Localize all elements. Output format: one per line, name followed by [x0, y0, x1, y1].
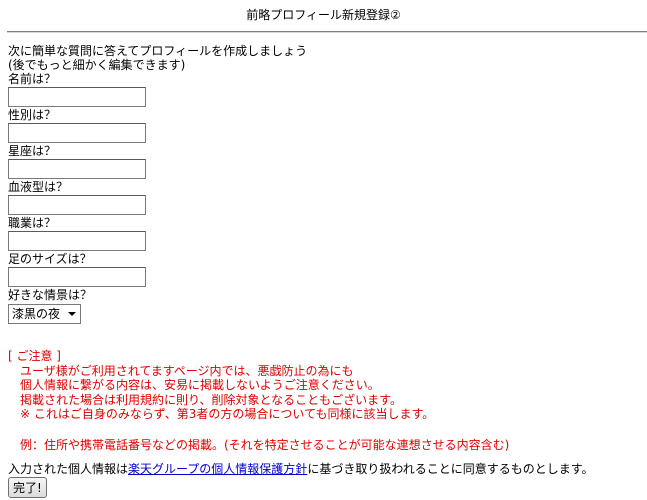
consent-after: に基づき取り扱われることに同意するものとします。 [307, 462, 594, 476]
gender-input[interactable] [8, 123, 146, 143]
name-label: 名前は？ [8, 72, 57, 86]
question-zodiac: 星座は？ [8, 144, 308, 179]
title-divider [7, 31, 647, 33]
caution-line: 掲載された場合は利用規約に則り、削除対象となることもございます。 [8, 392, 402, 407]
scenery-label: 好きな情景は？ [8, 288, 93, 302]
occupation-input[interactable] [8, 231, 146, 251]
intro-line: 次に簡単な質問に答えてプロフィールを作成しましょう [8, 44, 308, 58]
question-blood-type: 血液型は？ [8, 180, 308, 215]
consent-text: 入力された個人情報は楽天グループの個人情報保護方針に基づき取り扱われることに同意… [8, 462, 594, 476]
shoe-size-label: 足のサイズは？ [8, 252, 92, 266]
shoe-size-input[interactable] [8, 267, 146, 287]
gender-label: 性別は？ [8, 108, 57, 122]
question-occupation: 職業は？ [8, 216, 308, 251]
submit-button[interactable]: 完了! [8, 477, 47, 498]
chevron-down-icon [68, 312, 77, 316]
zodiac-input[interactable] [8, 159, 146, 179]
privacy-policy-link[interactable]: 楽天グループの個人情報保護方針 [128, 462, 307, 476]
caution-line: ユーザ様がご利用されてますページ内では、悪戯防止の為にも [8, 363, 354, 378]
blood-type-label: 血液型は？ [8, 180, 69, 194]
blood-type-input[interactable] [8, 195, 146, 215]
question-name: 名前は？ [8, 72, 308, 107]
question-gender: 性別は？ [8, 108, 308, 143]
caution-line: 個人情報に繋がる内容は、安易に掲載しないようご注意ください。 [8, 378, 380, 392]
question-shoe-size: 足のサイズは？ [8, 252, 308, 287]
scenery-selected-value: 漆黒の夜 [12, 307, 61, 321]
caution-heading: [ ご注意 ] [8, 349, 61, 363]
name-input[interactable] [8, 87, 146, 107]
zodiac-label: 星座は？ [8, 144, 57, 158]
question-scenery: 好きな情景は？ 漆黒の夜 [8, 288, 308, 324]
consent-before: 入力された個人情報は [8, 462, 129, 476]
caution-example: 例：住所や携帯電話番号などの掲載。(それを特定させることが可能な連想させる内容含… [8, 437, 510, 452]
intro-text: 次に簡単な質問に答えてプロフィールを作成しましょう (後でもっと細かく編集できま… [8, 44, 307, 72]
caution-line: ※ これはご自身のみならず、第3者の方の場合についても同様に該当します。 [8, 407, 435, 421]
page-title: 前略プロフィール新規登録② [246, 8, 401, 22]
caution-notice: [ ご注意 ] ユーザ様がご利用されてますページ内では、悪戯防止の為にも 個人情… [8, 349, 509, 452]
intro-line: (後でもっと細かく編集できます) [8, 58, 186, 72]
scenery-select[interactable]: 漆黒の夜 [8, 304, 82, 324]
occupation-label: 職業は？ [8, 216, 57, 230]
